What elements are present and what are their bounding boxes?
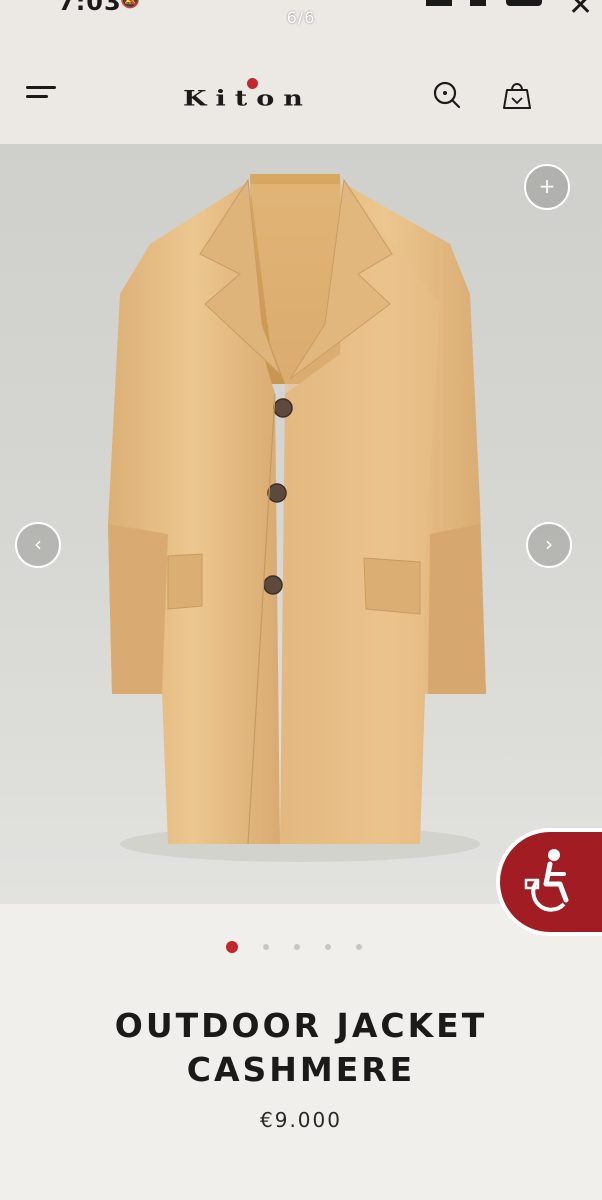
product-image bbox=[108, 174, 486, 862]
signal-icon bbox=[426, 0, 452, 6]
product-title: OUTDOOR JACKET CASHMERE bbox=[0, 1004, 602, 1092]
carousel-dot-1[interactable] bbox=[226, 941, 238, 953]
shopping-bag-icon[interactable] bbox=[500, 78, 534, 112]
close-icon[interactable]: ✕ bbox=[568, 0, 593, 23]
next-image-button[interactable]: › bbox=[526, 522, 572, 568]
search-icon[interactable] bbox=[430, 78, 464, 112]
wifi-icon bbox=[470, 0, 486, 6]
carousel-dot-4[interactable] bbox=[325, 944, 331, 950]
carousel-dot-2[interactable] bbox=[263, 944, 269, 950]
product-image-gallery[interactable]: + ‹ › bbox=[0, 144, 602, 904]
logo-dot bbox=[247, 78, 258, 89]
site-header: Kiton bbox=[0, 40, 602, 144]
product-title-line-2: CASHMERE bbox=[186, 1050, 416, 1089]
image-counter: 6/6 bbox=[286, 8, 316, 27]
status-bar: 7:03 🔕 6/6 ✕ bbox=[0, 0, 602, 230]
product-title-line-1: OUTDOOR JACKET bbox=[114, 1006, 488, 1045]
previous-image-button[interactable]: ‹ bbox=[15, 522, 61, 568]
carousel-dot-3[interactable] bbox=[294, 944, 300, 950]
status-icons bbox=[426, 0, 546, 8]
wheelchair-icon bbox=[524, 849, 569, 912]
hamburger-menu-icon[interactable] bbox=[26, 84, 58, 104]
product-price: €9.000 bbox=[260, 1108, 342, 1132]
carousel-dot-5[interactable] bbox=[356, 944, 362, 950]
accessibility-button[interactable] bbox=[500, 832, 602, 932]
kiton-logo[interactable]: Kiton bbox=[183, 87, 371, 114]
battery-icon bbox=[506, 0, 542, 6]
zoom-button[interactable]: + bbox=[524, 164, 570, 210]
carousel-dots bbox=[0, 940, 602, 956]
